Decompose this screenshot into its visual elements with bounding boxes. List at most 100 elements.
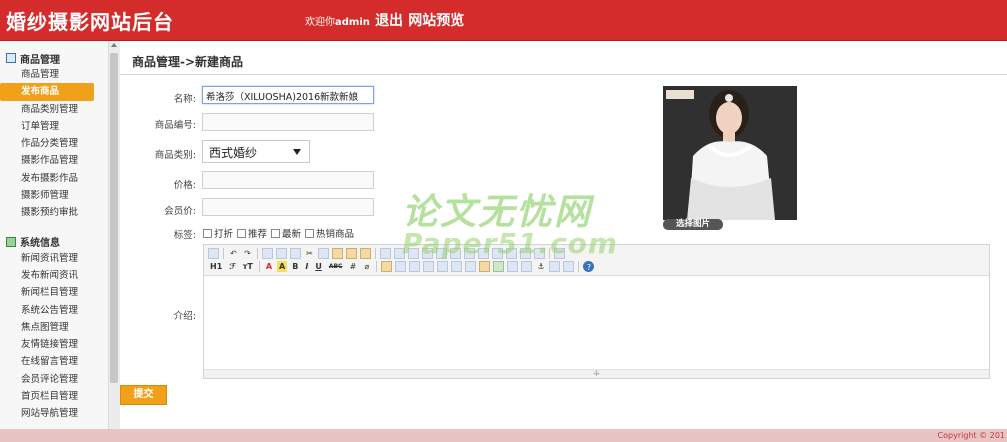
sidebar-item-orders[interactable]: 订单管理 — [0, 118, 108, 135]
preview-icon[interactable] — [262, 248, 273, 259]
sidebar-item-comments[interactable]: 会员评论管理 — [0, 371, 108, 388]
sidebar-item-goods-category[interactable]: 商品类别管理 — [0, 101, 108, 118]
sidebar-item-publish-photo[interactable]: 发布摄影作品 — [0, 170, 108, 187]
map-icon[interactable] — [493, 261, 505, 272]
emoticon-icon[interactable] — [479, 261, 491, 272]
choose-image-button[interactable]: 选择图片 — [663, 219, 723, 230]
align-center-icon[interactable] — [394, 248, 405, 259]
underline-icon[interactable]: U — [313, 261, 324, 272]
outdent-icon[interactable] — [478, 248, 489, 259]
link-icon[interactable] — [549, 261, 561, 272]
sidebar-scrollbar[interactable] — [108, 41, 120, 429]
sidebar-item-publish-goods[interactable]: 发布商品 — [0, 83, 94, 101]
tag-hot[interactable]: 热销商品 — [304, 226, 354, 240]
sidebar-item-publish-news[interactable]: 发布新闻资讯 — [0, 267, 108, 284]
price-input[interactable] — [202, 171, 374, 189]
table-icon[interactable] — [451, 261, 463, 272]
hr-icon[interactable] — [465, 261, 477, 272]
code-icon[interactable] — [507, 261, 519, 272]
italic-icon[interactable]: I — [303, 261, 310, 272]
paste-word-icon[interactable] — [360, 248, 371, 259]
sidebar-item-home-columns[interactable]: 首页栏目管理 — [0, 388, 108, 405]
multi-image-icon[interactable] — [395, 261, 407, 272]
template-icon[interactable] — [290, 248, 301, 259]
unordered-list-icon[interactable] — [450, 248, 461, 259]
sidebar-item-goods-manage[interactable]: 商品管理 — [0, 66, 108, 83]
submit-button[interactable]: 提交 — [120, 385, 167, 405]
ordered-list-icon[interactable] — [436, 248, 447, 259]
bold-icon[interactable]: B — [290, 261, 300, 272]
editor-resize-handle[interactable]: ⁜ — [204, 369, 989, 378]
logout-link[interactable]: 退出 — [375, 13, 403, 29]
sidebar-item-work-category[interactable]: 作品分类管理 — [0, 135, 108, 152]
checkbox[interactable] — [237, 228, 247, 238]
clear-format-icon[interactable] — [520, 248, 531, 259]
select-all-icon[interactable] — [534, 248, 545, 259]
undo-icon[interactable]: ↶ — [228, 248, 239, 259]
help-icon[interactable]: ? — [583, 261, 595, 272]
remove-format-icon[interactable]: ⌀ — [361, 261, 372, 272]
media-icon[interactable] — [423, 261, 435, 272]
checkbox[interactable] — [271, 228, 281, 238]
sidebar-item-photo-works[interactable]: 摄影作品管理 — [0, 152, 108, 169]
rich-text-editor[interactable]: ↶ ↷ ✂ H1 ℱ тT A A B I U ABC # ⌀ ⚓ ? ⁜ — [203, 244, 990, 379]
category-select[interactable]: 西式婚纱 — [202, 140, 310, 163]
image-icon[interactable] — [381, 261, 393, 272]
print-icon[interactable] — [276, 248, 287, 259]
product-image-preview — [663, 86, 797, 220]
scroll-up-arrow-icon[interactable] — [111, 43, 117, 47]
welcome-bar: 欢迎你admin 退出 网站预览 — [305, 10, 464, 30]
tag-recommend[interactable]: 推荐 — [236, 226, 267, 240]
file-icon[interactable] — [437, 261, 449, 272]
sidebar-item-booking-approval[interactable]: 摄影预约审批 — [0, 204, 108, 221]
tag-newest[interactable]: 最新 — [270, 226, 301, 240]
main-content: 商品管理->新建商品 名称: 希洛莎（XILUOSHA)2016新款新娘 商品编… — [120, 41, 1007, 429]
superscript-icon[interactable] — [506, 248, 517, 259]
sidebar-item-navigation[interactable]: 网站导航管理 — [0, 405, 108, 422]
font-size-icon[interactable]: тT — [241, 261, 255, 272]
flash-icon[interactable] — [409, 261, 421, 272]
strikethrough-icon[interactable]: ABC — [327, 261, 345, 272]
page-break-icon[interactable] — [521, 261, 533, 272]
copy-icon[interactable] — [318, 248, 329, 259]
align-right-icon[interactable] — [408, 248, 419, 259]
sidebar-item-news-column[interactable]: 新闻栏目管理 — [0, 284, 108, 301]
font-color-icon[interactable]: A — [264, 261, 274, 272]
tags-label: 标签: — [173, 230, 196, 241]
sidebar-group-goods[interactable]: 商品管理 — [0, 50, 108, 66]
font-family-icon[interactable]: ℱ — [227, 261, 237, 272]
site-preview-link[interactable]: 网站预览 — [408, 13, 464, 29]
align-justify-icon[interactable] — [422, 248, 433, 259]
paste-text-icon[interactable] — [346, 248, 357, 259]
align-left-icon[interactable] — [380, 248, 391, 259]
heading-icon[interactable]: H1 — [208, 261, 224, 272]
paste-icon[interactable] — [332, 248, 343, 259]
cut-icon[interactable]: ✂ — [304, 248, 315, 259]
fullscreen-icon[interactable] — [554, 248, 565, 259]
sidebar-item-announcements[interactable]: 系统公告管理 — [0, 302, 108, 319]
unlink-icon[interactable] — [563, 261, 575, 272]
sidebar-group-system[interactable]: 系统信息 — [0, 234, 108, 250]
anchor-icon[interactable]: ⚓ — [535, 261, 546, 272]
indent-icon[interactable] — [464, 248, 475, 259]
member-price-input[interactable] — [202, 198, 374, 216]
toolbar-separator — [257, 248, 258, 259]
source-icon[interactable] — [208, 248, 219, 259]
highlight-color-icon[interactable]: A — [277, 261, 288, 272]
code-input[interactable] — [202, 113, 374, 131]
sidebar-item-news[interactable]: 新闻资讯管理 — [0, 250, 108, 267]
sidebar-item-focus-images[interactable]: 焦点图管理 — [0, 319, 108, 336]
username: admin — [335, 17, 370, 28]
checkbox[interactable] — [305, 228, 315, 238]
subscript-icon[interactable] — [492, 248, 503, 259]
sidebar-item-friend-links[interactable]: 友情链接管理 — [0, 336, 108, 353]
sidebar-item-messages[interactable]: 在线留言管理 — [0, 353, 108, 370]
sidebar-item-photographers[interactable]: 摄影师管理 — [0, 187, 108, 204]
checkbox[interactable] — [203, 228, 212, 238]
redo-icon[interactable]: ↷ — [242, 248, 253, 259]
tag-discount[interactable]: 打折 — [202, 226, 233, 240]
line-height-icon[interactable]: # — [347, 261, 358, 272]
scroll-thumb[interactable] — [110, 53, 118, 383]
editor-body[interactable] — [204, 276, 989, 369]
name-input[interactable]: 希洛莎（XILUOSHA)2016新款新娘 — [202, 86, 374, 104]
